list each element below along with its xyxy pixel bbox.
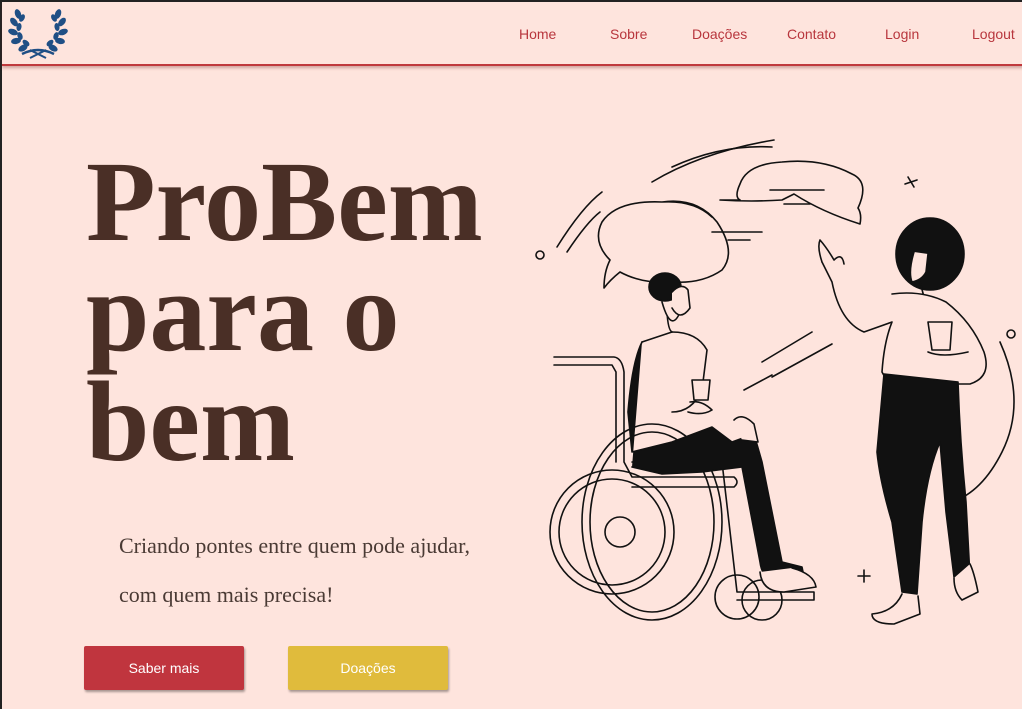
hero-subtitle-line-2: com quem mais precisa! — [119, 582, 334, 607]
nav-doacoes-link[interactable]: Doações — [692, 26, 747, 42]
learn-more-button[interactable]: Saber mais — [84, 646, 244, 690]
hero-title-line-1: ProBem — [86, 138, 483, 265]
hero-subtitle-line-1: Criando pontes entre quem pode ajudar, — [119, 533, 471, 558]
nav-home-link[interactable]: Home — [519, 26, 556, 42]
nav-login-link[interactable]: Login — [885, 26, 919, 42]
hero-title: ProBem para o bem — [86, 145, 516, 479]
navbar: Home Sobre Doações Contato Login Logout — [2, 2, 1022, 66]
nav-contato-link[interactable]: Contato — [787, 26, 836, 42]
hero-title-line-3: bem — [86, 358, 295, 485]
hero-title-line-2: para o — [86, 248, 400, 375]
laurel-wreath-logo-icon[interactable] — [8, 6, 68, 62]
nav-logout-link[interactable]: Logout — [972, 26, 1015, 42]
people-talking-illustration — [535, 139, 1016, 625]
nav-sobre-link[interactable]: Sobre — [610, 26, 647, 42]
donations-button[interactable]: Doações — [288, 646, 448, 690]
